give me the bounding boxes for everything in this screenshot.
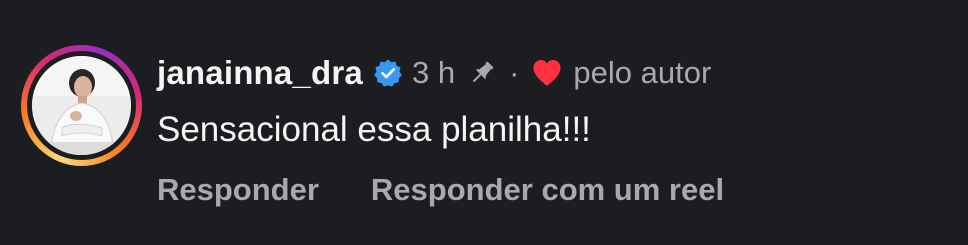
reply-with-reel-button[interactable]: Responder com um reel: [371, 172, 724, 208]
liked-by-author-label: pelo autor: [573, 55, 712, 90]
username[interactable]: janainna_dra: [157, 54, 363, 92]
avatar[interactable]: [32, 56, 131, 155]
pin-icon: [467, 58, 497, 88]
comment: janainna_dra 3 h · pelo autor Sensaciona…: [0, 0, 968, 245]
reply-button[interactable]: Responder: [157, 172, 319, 208]
avatar-photo: [32, 56, 131, 155]
avatar-story-ring[interactable]: [21, 45, 142, 166]
heart-icon: [531, 58, 563, 88]
comment-header: janainna_dra 3 h · pelo autor: [157, 50, 711, 96]
comment-time: 3 h: [411, 55, 456, 90]
comment-text: Sensacional essa planilha!!!: [157, 110, 591, 149]
avatar-gap: [27, 51, 136, 160]
verified-badge-icon: [373, 58, 403, 88]
comment-actions: Responder Responder com um reel: [157, 172, 724, 208]
separator-dot: ·: [509, 55, 520, 90]
